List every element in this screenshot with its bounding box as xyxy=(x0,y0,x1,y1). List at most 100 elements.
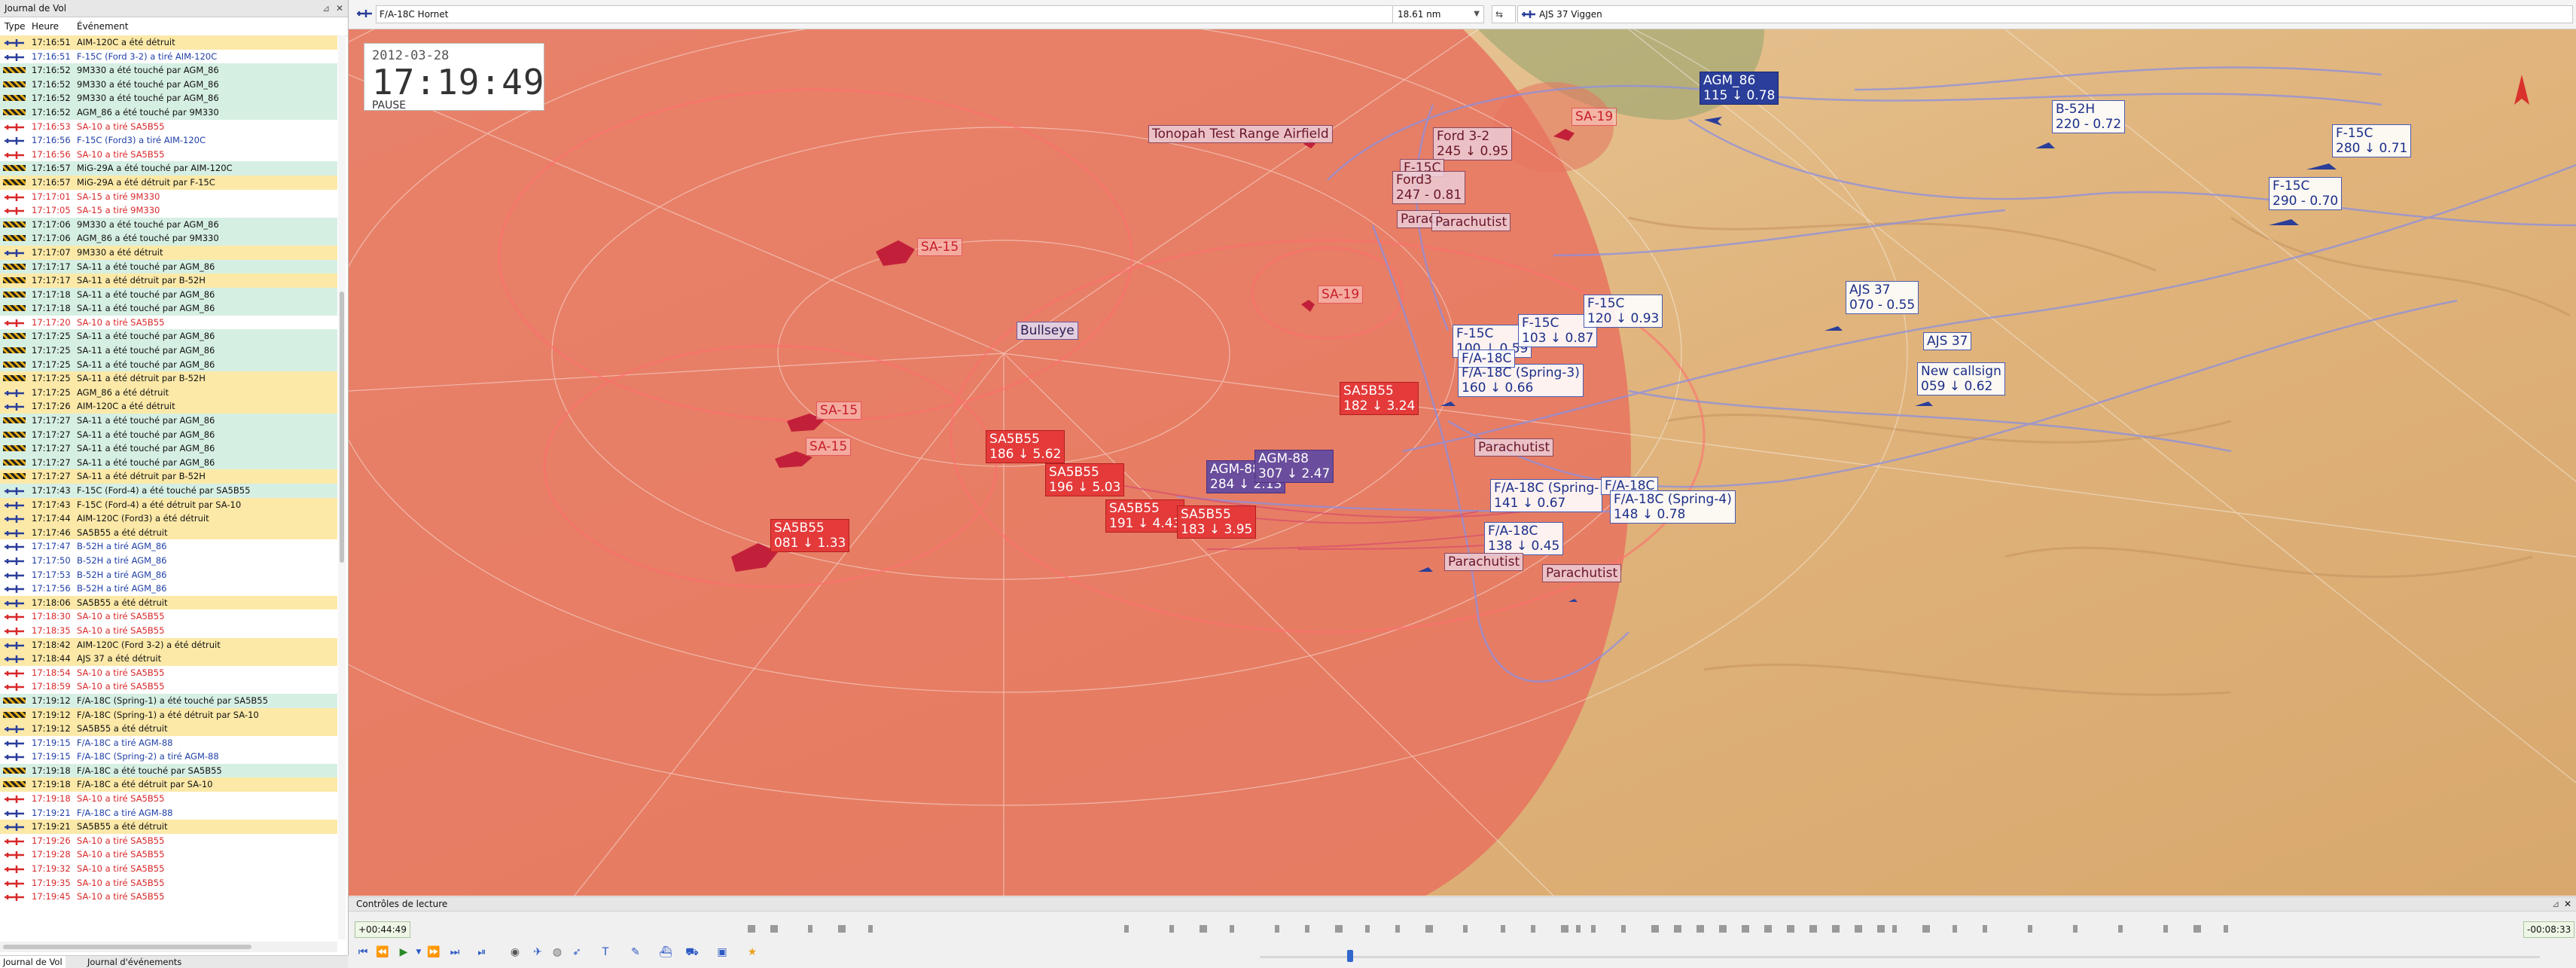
skip-end-icon[interactable]: ⏭ xyxy=(447,944,463,960)
log-row[interactable]: 17:18:59 SA-10 a tiré SA5B55 xyxy=(0,679,337,694)
column-event[interactable]: Événement xyxy=(77,17,128,35)
missile-filter-icon[interactable]: ➶ xyxy=(569,944,585,960)
log-row[interactable]: 17:19:35 SA-10 a tiré SA5B55 xyxy=(0,876,337,890)
log-row[interactable]: 17:17:27 SA-11 a été touché par AGM_86 xyxy=(0,427,337,442)
timeline-event-marker[interactable] xyxy=(1365,925,1370,933)
measure-tool-icon[interactable]: ✎ xyxy=(627,944,644,960)
log-row[interactable]: 17:18:35 SA-10 a tiré SA5B55 xyxy=(0,624,337,638)
log-row[interactable]: 17:16:57 MiG-29A a été touché par AIM-120… xyxy=(0,161,337,176)
log-row[interactable]: 17:19:18 SA-10 a tiré SA5B55 xyxy=(0,792,337,806)
log-row[interactable]: 17:17:50 B-52H a tiré AGM_86 xyxy=(0,554,337,568)
column-time[interactable]: Heure xyxy=(32,17,59,35)
chevron-down-icon[interactable]: ▼ xyxy=(410,944,427,960)
unit-label-b52h[interactable]: B-52H 220 - 0.72 xyxy=(2052,100,2126,133)
log-row[interactable]: 17:16:56 F-15C (Ford3) a tiré AIM-120C xyxy=(0,133,337,148)
timeline-event-marker[interactable] xyxy=(1531,925,1535,933)
close-icon[interactable]: ✕ xyxy=(336,0,343,17)
playback-progress-track[interactable] xyxy=(1260,956,2540,958)
log-row[interactable]: 17:19:21 F/A-18C a tiré AGM-88 xyxy=(0,806,337,820)
log-row[interactable]: 17:17:17 SA-11 a été détruit par B-52H xyxy=(0,273,337,288)
tab-event-log[interactable]: Journal d'événements xyxy=(84,956,184,968)
log-row[interactable]: 17:17:53 B-52H a tiré AGM_86 xyxy=(0,568,337,582)
unit-label-sa15[interactable]: SA-15 xyxy=(816,402,862,420)
log-row[interactable]: 17:17:07 9M330 a été détruit xyxy=(0,245,337,260)
log-row[interactable]: 17:17:25 SA-11 a été touché par AGM_86 xyxy=(0,329,337,344)
log-row[interactable]: 17:17:20 SA-10 a tiré SA5B55 xyxy=(0,316,337,330)
timeline-event-marker[interactable] xyxy=(1809,925,1817,933)
timeline-event-marker[interactable] xyxy=(1953,925,1957,933)
ship-icon[interactable]: ⛴ xyxy=(657,944,674,960)
log-row[interactable]: 17:17:46 SA5B55 a été détruit xyxy=(0,525,337,540)
unit-label-fa18-spring[interactable]: F/A-18C (Spring- 141 ↓ 0.67 xyxy=(1490,479,1603,512)
vehicle-icon[interactable]: ⛟ xyxy=(684,944,700,960)
log-row[interactable]: 17:16:53 SA-10 a tiré SA5B55 xyxy=(0,120,337,134)
unit-label-fa18-spring4[interactable]: F/A-18C (Spring-4) 148 ↓ 0.78 xyxy=(1610,490,1736,524)
unit-label-new-callsign[interactable]: New callsign 059 ↓ 0.62 xyxy=(1917,362,2005,395)
globe-icon[interactable]: ◍ xyxy=(549,944,566,960)
timeline-event-marker[interactable] xyxy=(2118,925,2123,933)
log-row[interactable]: 17:16:52 9M330 a été touché par AGM_86 xyxy=(0,77,337,92)
log-row[interactable]: 17:17:43 F-15C (Ford-4) a été détruit par… xyxy=(0,497,337,512)
unit-label-f15c[interactable]: F-15C 120 ↓ 0.93 xyxy=(1584,295,1663,328)
log-row[interactable]: 17:16:52 9M330 a été touché par AGM_86 xyxy=(0,91,337,105)
timeline-event-marker[interactable] xyxy=(1742,925,1749,933)
vertical-scrollbar[interactable] xyxy=(338,35,346,939)
log-row[interactable]: 17:18:06 SA5B55 a été détruit xyxy=(0,595,337,610)
log-row[interactable]: 17:19:21 SA5B55 a été détruit xyxy=(0,820,337,834)
log-row[interactable]: 17:19:45 SA-10 a tiré SA5B55 xyxy=(0,890,337,904)
timeline-event-marker[interactable] xyxy=(1425,925,1433,933)
timeline-event-marker[interactable] xyxy=(1395,925,1400,933)
log-row[interactable]: 17:17:27 SA-11 a été détruit par B-52H xyxy=(0,469,337,484)
horizontal-scrollbar[interactable] xyxy=(0,942,337,952)
timeline-event-marker[interactable] xyxy=(1719,925,1727,933)
log-row[interactable]: 17:19:18 F/A-18C a été détruit par SA-10 xyxy=(0,777,337,792)
unit-label-agm88[interactable]: AGM-88 307 ↓ 2.47 xyxy=(1254,450,1334,483)
aircraft-filter-icon[interactable]: ✈ xyxy=(529,944,546,960)
unit-label-fa18[interactable]: F/A-18C 138 ↓ 0.45 xyxy=(1484,522,1564,555)
timeline-event-marker[interactable] xyxy=(1561,925,1568,933)
unit-label-parachutist[interactable]: Parachutist xyxy=(1542,564,1622,582)
timeline-event-marker[interactable] xyxy=(1651,925,1659,933)
timeline-event-marker[interactable] xyxy=(2224,925,2228,933)
unit-label-sa5b55[interactable]: SA5B55 186 ↓ 5.62 xyxy=(986,430,1065,463)
timeline-event-marker[interactable] xyxy=(838,925,846,933)
timeline-event-marker[interactable] xyxy=(2073,925,2078,933)
unit-label-sa19[interactable]: SA-19 xyxy=(1318,286,1364,304)
unit-label-sa5b55[interactable]: SA5B55 081 ↓ 1.33 xyxy=(770,519,850,552)
timeline-event-marker[interactable] xyxy=(1305,925,1309,933)
log-row[interactable]: 17:17:27 SA-11 a été touché par AGM_86 xyxy=(0,414,337,428)
timeline-event-marker[interactable] xyxy=(1591,925,1596,933)
aircraft-select-left[interactable]: F/A-18C Hornet ▼ xyxy=(376,5,1413,23)
aircraft-select-right[interactable]: AJS 37 Viggen xyxy=(1517,5,2573,23)
log-row[interactable]: 17:17:05 SA-15 a tiré 9M330 xyxy=(0,203,337,218)
timeline-event-marker[interactable] xyxy=(1922,925,1930,933)
step-icon[interactable]: ⏯ xyxy=(474,944,490,960)
unit-label-parachutist[interactable]: Parachutist xyxy=(1431,213,1511,231)
log-row[interactable]: 17:19:15 F/A-18C (Spring-2) a tiré AGM-88 xyxy=(0,750,337,764)
log-row[interactable]: 17:17:26 AIM-120C a été détruit xyxy=(0,399,337,414)
log-row[interactable]: 17:17:27 SA-11 a été touché par AGM_86 xyxy=(0,455,337,470)
log-row[interactable]: 17:17:56 B-52H a tiré AGM_86 xyxy=(0,582,337,596)
timeline-event-marker[interactable] xyxy=(1621,925,1626,933)
timeline-event-marker[interactable] xyxy=(748,925,755,933)
timeline-event-marker[interactable] xyxy=(1983,925,1987,933)
pin-icon[interactable]: ⊿ xyxy=(322,0,330,17)
unit-label-fa18[interactable]: F/A-18C xyxy=(1458,350,1516,368)
timeline-event-marker[interactable] xyxy=(1169,925,1174,933)
log-row[interactable]: 17:16:52 9M330 a été touché par AGM_86 xyxy=(0,63,337,78)
map-view[interactable]: 2012-03-28 17:19:49 PAUSE Tonopah Test R… xyxy=(349,29,2576,896)
log-row[interactable]: 17:17:43 F-15C (Ford-4) a été touché par … xyxy=(0,484,337,498)
timeline-event-marker[interactable] xyxy=(1576,925,1581,933)
unit-label-ford32[interactable]: Ford 3-2 245 ↓ 0.95 xyxy=(1433,127,1513,160)
unit-label-sa5b55[interactable]: SA5B55 182 ↓ 3.24 xyxy=(1340,382,1419,415)
timeline-event-marker[interactable] xyxy=(1230,925,1234,933)
timeline-event-marker[interactable] xyxy=(1832,925,1840,933)
log-row[interactable]: 17:17:47 B-52H a tiré AGM_86 xyxy=(0,539,337,554)
column-type[interactable]: Type xyxy=(5,17,26,35)
timeline-event-marker[interactable] xyxy=(1501,925,1505,933)
pin-icon[interactable]: ⊿ xyxy=(2552,897,2559,911)
timeline-event-marker[interactable] xyxy=(1855,925,1862,933)
timeline-event-marker[interactable] xyxy=(770,925,778,933)
timeline-event-marker[interactable] xyxy=(808,925,812,933)
log-row[interactable]: 17:17:06 AGM_86 a été touché par 9M330 xyxy=(0,231,337,246)
